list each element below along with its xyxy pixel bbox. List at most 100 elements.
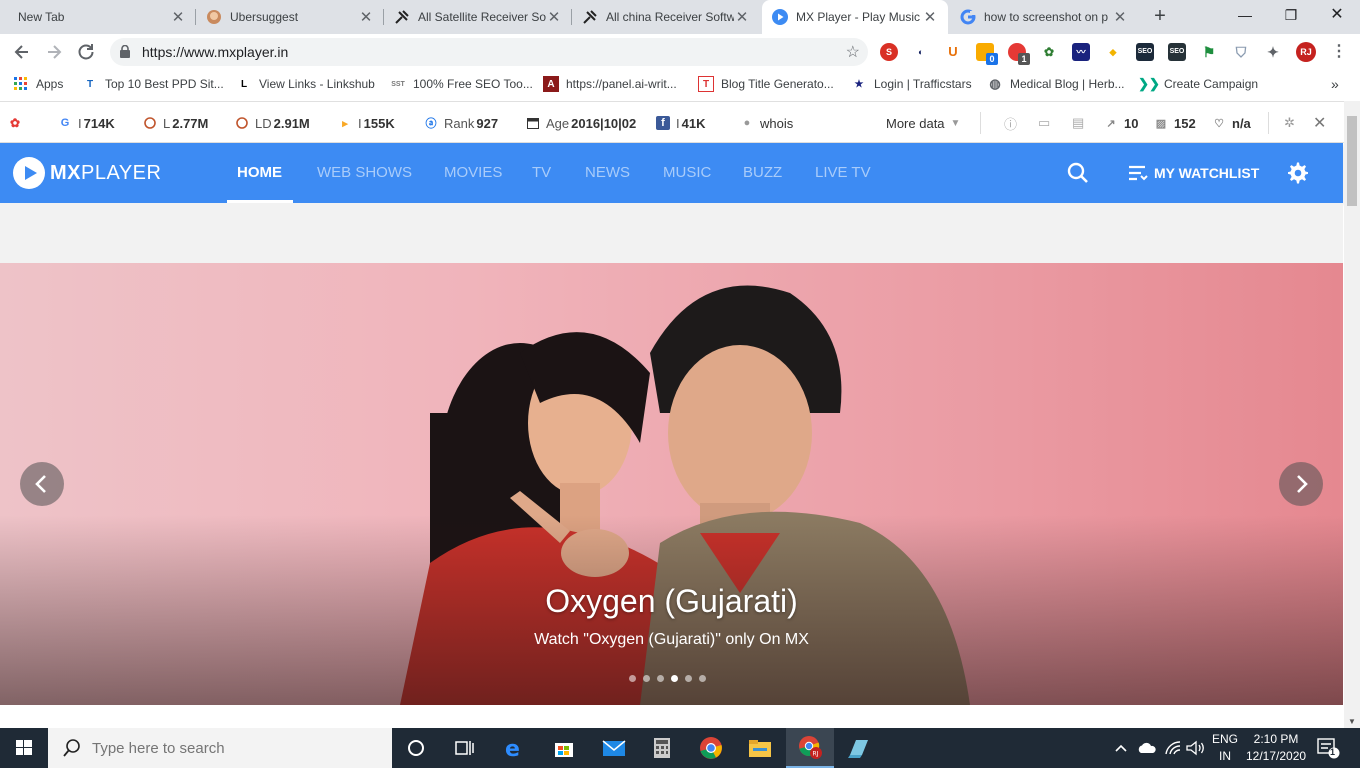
seo-tools-extension-icon[interactable]: SEO (1168, 43, 1186, 61)
my-watchlist-button[interactable]: MY WATCHLIST (1128, 143, 1259, 203)
nav-live-tv[interactable]: LIVE TV (815, 143, 871, 203)
seoquake-logo-icon[interactable]: ✿ (8, 115, 28, 131)
taskbar-clock[interactable]: 2:10 PM 12/17/2020 (1246, 731, 1306, 765)
tab-new-tab[interactable]: New Tab ✕ (8, 0, 196, 34)
seo-linking-domains[interactable]: LD 2.91M (235, 115, 310, 131)
seo-alexa-rank[interactable]: ⓐ Rank 927 (424, 115, 499, 131)
similarweb-extension-icon[interactable]: ◐ (912, 43, 930, 61)
nav-music[interactable]: MUSIC (663, 143, 711, 203)
close-icon[interactable]: ✕ (922, 8, 938, 26)
restore-button[interactable]: ❐ (1268, 0, 1314, 34)
seo-status[interactable]: ♡ n/a (1212, 115, 1251, 131)
carousel-dot[interactable] (671, 675, 678, 682)
ubersuggest-extension-icon[interactable]: U (944, 43, 962, 61)
scrollbar-thumb[interactable] (1347, 116, 1357, 206)
more-data-dropdown[interactable]: More data ▼ (886, 115, 960, 131)
bookmark-ai-writer[interactable]: A https://panel.ai-writ... (543, 75, 677, 93)
volume-icon[interactable] (1186, 728, 1206, 768)
seo-links[interactable]: L 2.77M (143, 115, 208, 131)
seoquake-extension-icon[interactable]: S (880, 43, 898, 61)
onedrive-icon[interactable] (1138, 728, 1156, 768)
nav-movies[interactable]: MOVIES (444, 143, 502, 203)
seo-domain-age[interactable]: Age 2016|10|02 (526, 115, 636, 131)
bookmark-free-seo-tools[interactable]: SST 100% Free SEO Too... (390, 75, 533, 93)
show-hidden-icons[interactable] (1114, 728, 1128, 768)
bookmark-create-campaign[interactable]: ❯❯ Create Campaign (1138, 75, 1258, 93)
taskbar-search-input[interactable] (92, 739, 372, 757)
carousel-dot[interactable] (629, 675, 636, 682)
store-taskbar-icon[interactable] (540, 728, 588, 768)
forward-button[interactable] (42, 40, 66, 64)
bookmarks-overflow-icon[interactable]: » (1331, 75, 1339, 93)
puzzle-extensions-icon[interactable]: ✦ (1264, 43, 1282, 61)
browser-menu-icon[interactable]: ⋮ (1330, 43, 1348, 61)
back-button[interactable] (10, 40, 34, 64)
calculator-taskbar-icon[interactable] (638, 728, 686, 768)
chrome-taskbar-icon[interactable] (687, 728, 735, 768)
carousel-dot[interactable] (699, 675, 706, 682)
wifi-icon[interactable] (1164, 728, 1182, 768)
info-icon[interactable]: ⓘ (1004, 115, 1017, 132)
settings-gear-icon[interactable]: ✲ (1284, 115, 1295, 131)
close-seobar-icon[interactable]: ✕ (1313, 115, 1326, 132)
close-icon[interactable]: ✕ (734, 8, 750, 26)
mx-player-logo[interactable]: MXPLAYER (13, 157, 161, 189)
carousel-next-button[interactable] (1279, 462, 1323, 506)
tab-mx-player[interactable]: MX Player - Play Music ✕ (762, 0, 948, 34)
language-indicator[interactable]: ENG IN (1210, 731, 1240, 765)
action-center-button[interactable]: 1 (1316, 728, 1340, 768)
close-icon[interactable]: ✕ (358, 8, 374, 26)
monitor-icon[interactable]: ▭ (1038, 115, 1050, 131)
bookmark-linkshub[interactable]: L View Links - Linkshub (236, 75, 375, 93)
search-icon[interactable] (1066, 161, 1090, 185)
mail-taskbar-icon[interactable] (590, 728, 638, 768)
tab-google-search[interactable]: how to screenshot on p ✕ (950, 0, 1138, 34)
notepad-taskbar-icon[interactable] (834, 728, 882, 768)
taskbar-search-box[interactable] (48, 728, 392, 768)
tab-china-receiver[interactable]: All china Receiver Softw ✕ (572, 0, 760, 34)
close-window-button[interactable]: ✕ (1314, 0, 1360, 34)
seo-whois[interactable]: ● whois (740, 115, 794, 131)
chart-extension-icon[interactable]: 〰 (1072, 43, 1090, 61)
tab-satellite-receiver[interactable]: All Satellite Receiver So ✕ (384, 0, 572, 34)
bookmark-star-icon[interactable]: ☆ (846, 42, 860, 62)
carousel-dot[interactable] (643, 675, 650, 682)
nav-buzz[interactable]: BUZZ (743, 143, 782, 203)
tab-ubersuggest[interactable]: Ubersuggest ✕ (196, 0, 384, 34)
seo-facebook-likes[interactable]: f I 41K (656, 115, 705, 131)
chrome-profile-taskbar-icon[interactable]: RJ (786, 728, 834, 768)
bookmark-trafficstars[interactable]: ★ Login | Trafficstars (851, 75, 972, 93)
document-icon[interactable]: ▤ (1072, 115, 1084, 131)
close-icon[interactable]: ✕ (170, 8, 186, 26)
opera-extension-icon[interactable]: 1 (1008, 43, 1030, 65)
address-bar[interactable]: ☆ (110, 38, 868, 66)
seo-pages[interactable]: ▨ 152 (1154, 115, 1196, 131)
edge-taskbar-icon[interactable]: e (490, 728, 538, 768)
keywords-everywhere-icon[interactable]: ◆ (1104, 43, 1122, 61)
seo-extension-icon[interactable]: SEO (1136, 43, 1154, 61)
seo-external-links[interactable]: ↗ 10 (1104, 115, 1138, 131)
scroll-down-icon[interactable]: ▼ (1348, 717, 1356, 726)
bookmark-ppd-sites[interactable]: T Top 10 Best PPD Sit... (82, 75, 224, 93)
settings-gear-icon[interactable] (1286, 161, 1310, 185)
close-icon[interactable]: ✕ (1112, 8, 1128, 26)
bookmark-apps[interactable]: Apps (13, 75, 63, 93)
nav-home[interactable]: HOME (227, 143, 293, 203)
nav-news[interactable]: NEWS (585, 143, 630, 203)
seo-bing-index[interactable]: ▸ I 155K (338, 115, 394, 131)
vertical-scrollbar[interactable]: ▼ (1344, 101, 1360, 728)
hero-title[interactable]: Oxygen (Gujarati) (0, 583, 1343, 620)
reload-button[interactable] (74, 40, 98, 64)
cortana-button[interactable] (392, 728, 440, 768)
hero-carousel[interactable]: Oxygen (Gujarati) Watch "Oxygen (Gujarat… (0, 263, 1343, 705)
seo-50-extension-icon[interactable]: ✿ (1040, 43, 1058, 61)
minimize-button[interactable]: — (1222, 0, 1268, 34)
close-icon[interactable]: ✕ (546, 8, 562, 26)
keyword-extension-icon[interactable]: 0 (976, 43, 998, 65)
shield-extension-icon[interactable]: ⛉ (1232, 43, 1250, 61)
nav-web-shows[interactable]: WEB SHOWS (317, 143, 412, 203)
carousel-dot[interactable] (657, 675, 664, 682)
start-button[interactable] (0, 728, 48, 768)
bookmark-blog-title-generator[interactable]: T Blog Title Generato... (698, 75, 834, 93)
nav-tv[interactable]: TV (532, 143, 551, 203)
